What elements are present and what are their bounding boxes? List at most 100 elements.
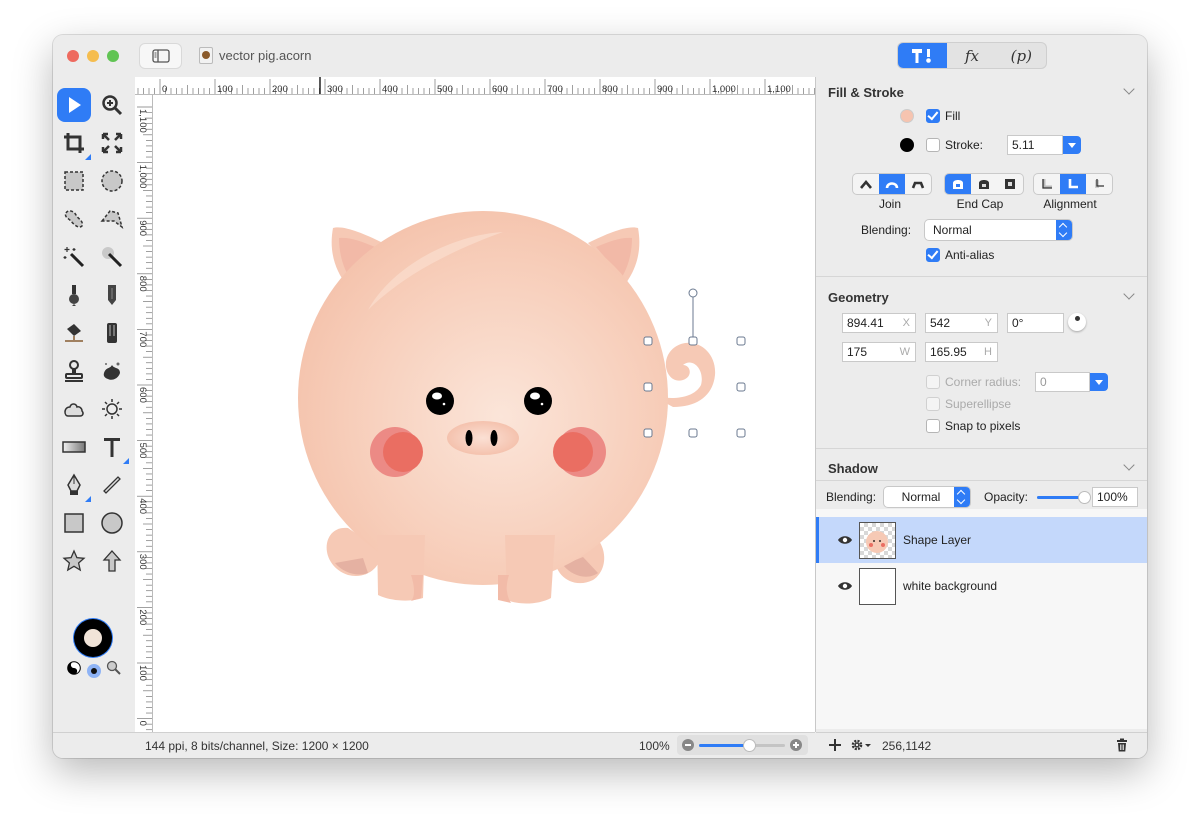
toggle-sidebar-button[interactable] — [140, 44, 181, 68]
shadow-blending-value: Normal — [901, 490, 941, 504]
corner-radius-field[interactable]: 0 — [1035, 372, 1090, 392]
opacity-field[interactable]: 100% — [1092, 487, 1138, 507]
clone-tool[interactable] — [57, 354, 91, 388]
alignment-center-button[interactable] — [1060, 174, 1086, 194]
rectangle-tool[interactable] — [57, 506, 91, 540]
width-field[interactable]: 175 W — [842, 342, 916, 362]
oval-tool[interactable] — [95, 506, 129, 540]
add-layer-button[interactable] — [828, 738, 842, 755]
endcap-square-button[interactable] — [997, 174, 1023, 194]
endcap-round-button[interactable] — [971, 174, 997, 194]
opacity-slider-fill — [1037, 496, 1085, 499]
status-bar: 144 ppi, 8 bits/channel, Size: 1200 × 12… — [53, 732, 815, 758]
visibility-toggle[interactable] — [837, 534, 853, 548]
gradient-tool[interactable] — [57, 430, 91, 464]
stroke-checkbox[interactable] — [926, 138, 940, 152]
chevron-down-icon[interactable] — [1123, 459, 1135, 471]
fill-color-swatch[interactable] — [900, 109, 914, 123]
color-picker-button[interactable] — [106, 660, 122, 679]
eraser-tool[interactable] — [95, 316, 129, 350]
zoom-slider-track[interactable] — [699, 740, 785, 751]
pencil-tool[interactable] — [95, 278, 129, 312]
tab-plugins[interactable]: (p) — [997, 43, 1046, 68]
zoom-in-button[interactable] — [790, 739, 802, 751]
polygon-lasso-tool[interactable] — [95, 202, 129, 236]
instant-alpha-tool[interactable] — [95, 240, 129, 274]
layer-row[interactable]: Shape Layer — [816, 517, 1147, 563]
opacity-value: 100% — [1097, 490, 1128, 504]
chevron-down-icon[interactable] — [1123, 288, 1135, 300]
zoom-out-button[interactable] — [682, 739, 694, 751]
zoom-tool[interactable] — [95, 88, 129, 122]
opacity-slider[interactable] — [1037, 492, 1090, 503]
smudge-tool[interactable] — [95, 354, 129, 388]
tab-tool-settings[interactable] — [898, 43, 948, 68]
fill-checkbox[interactable] — [926, 109, 940, 123]
corner-radius-checkbox[interactable] — [926, 375, 940, 389]
layer-row[interactable]: white background — [816, 563, 1147, 609]
plus-icon-vertical — [795, 742, 797, 748]
text-tool[interactable] — [95, 430, 129, 464]
stroke-width-field[interactable]: 5.11 — [1007, 135, 1063, 155]
join-miter-button[interactable] — [853, 174, 879, 194]
burn-tool[interactable] — [57, 392, 91, 426]
stroke-width-dropdown[interactable] — [1063, 136, 1081, 154]
height-field[interactable]: 165.95 H — [925, 342, 998, 362]
snap-to-pixels-checkbox[interactable] — [926, 419, 940, 433]
y-position-field[interactable]: 542 Y — [925, 313, 998, 333]
rotation-dial[interactable] — [1068, 313, 1086, 331]
superellipse-checkbox[interactable] — [926, 397, 940, 411]
hammer-tools-icon — [911, 48, 931, 63]
paint-bucket-tool[interactable] — [57, 316, 91, 350]
alignment-inside-button[interactable] — [1086, 174, 1112, 194]
blending-select[interactable]: Normal — [925, 220, 1072, 240]
join-bevel-button[interactable] — [905, 174, 931, 194]
dodge-tool[interactable] — [95, 392, 129, 426]
select-tool[interactable] — [57, 88, 91, 122]
arrow-tool[interactable] — [95, 544, 129, 578]
x-position-field[interactable]: 894.41 X — [842, 313, 916, 333]
minimize-window-button[interactable] — [87, 50, 99, 62]
layer-actions-menu[interactable] — [850, 738, 874, 755]
delete-layer-button[interactable] — [1116, 738, 1128, 755]
crop-tool[interactable] — [57, 126, 91, 160]
layer-name: Shape Layer — [903, 533, 972, 547]
stroke-color-swatch[interactable] — [900, 138, 914, 152]
star-tool[interactable] — [57, 544, 91, 578]
lasso-tool[interactable] — [57, 202, 91, 236]
shadow-blending-select[interactable]: Normal — [884, 487, 970, 507]
toolbox — [53, 77, 135, 732]
ellipse-select-tool[interactable] — [95, 164, 129, 198]
join-round-button[interactable] — [879, 174, 905, 194]
plus-icon — [829, 739, 841, 751]
cursor-coordinates: 256,1142 — [882, 739, 932, 753]
pen-nib-icon — [67, 473, 81, 495]
visibility-toggle[interactable] — [837, 580, 853, 594]
divider — [816, 448, 1147, 449]
zoom-window-button[interactable] — [107, 50, 119, 62]
canvas[interactable] — [153, 95, 815, 732]
color-well[interactable] — [74, 619, 112, 657]
corner-radius-dropdown[interactable] — [1090, 373, 1108, 391]
ruler-label: 600 — [137, 387, 148, 403]
brush-tool[interactable] — [57, 278, 91, 312]
rotation-field[interactable]: 0° — [1007, 313, 1064, 333]
chevron-down-icon[interactable] — [1123, 83, 1135, 95]
swap-colors-button[interactable] — [67, 661, 81, 678]
default-colors-button[interactable] — [87, 664, 101, 678]
transform-tool[interactable] — [95, 126, 129, 160]
tab-filters[interactable]: fx — [947, 43, 996, 68]
pen-tool[interactable] — [57, 468, 91, 502]
alignment-outside-button[interactable] — [1034, 174, 1060, 194]
line-tool[interactable] — [95, 468, 129, 502]
antialias-checkbox[interactable] — [926, 248, 940, 262]
endcap-butt-button[interactable] — [945, 174, 971, 194]
magnifier-plus-icon — [102, 95, 123, 116]
join-segmented-control — [853, 174, 931, 194]
layers-list: Shape Layer white background — [816, 509, 1147, 729]
rect-select-tool[interactable] — [57, 164, 91, 198]
magic-wand-tool[interactable] — [57, 240, 91, 274]
zoom-slider-knob[interactable] — [743, 740, 755, 751]
opacity-slider-knob[interactable] — [1079, 492, 1090, 503]
close-window-button[interactable] — [67, 50, 79, 62]
